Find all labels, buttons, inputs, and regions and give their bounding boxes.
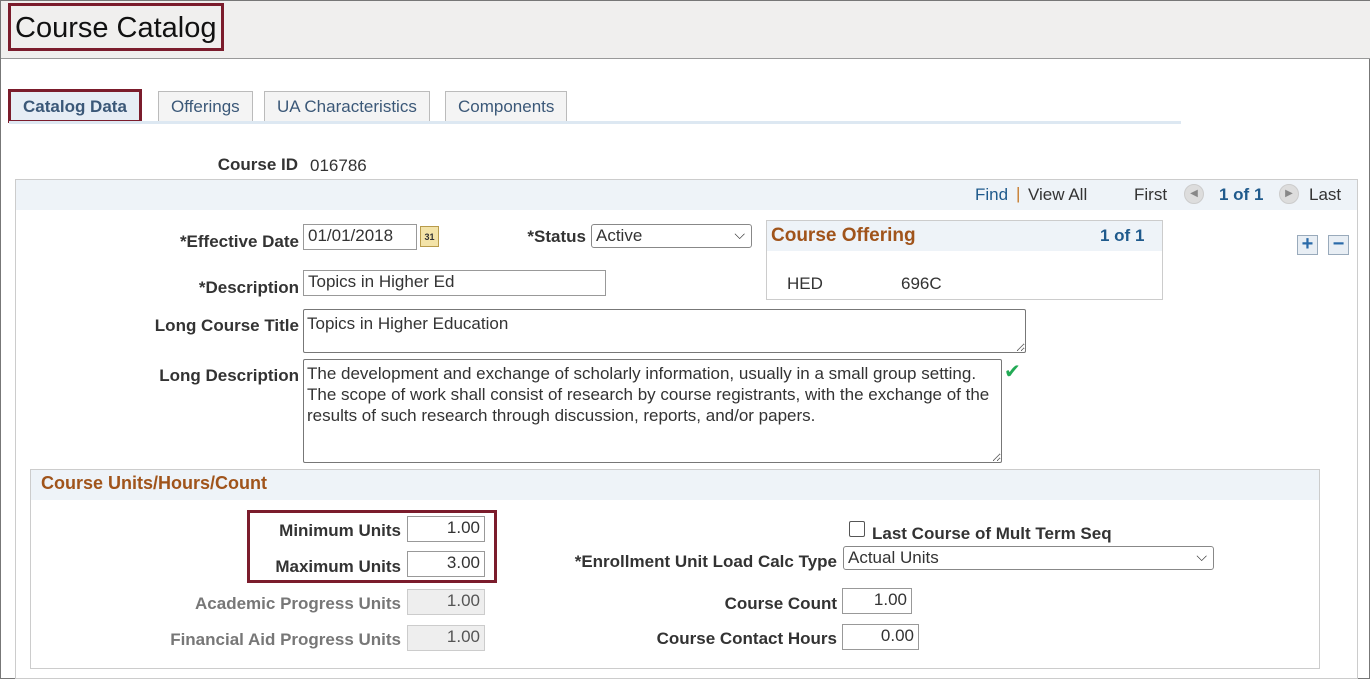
long-description-label: Long Description: [159, 366, 299, 385]
first-link[interactable]: First: [1134, 185, 1167, 205]
delete-row-icon[interactable]: −: [1328, 234, 1349, 255]
course-count-input[interactable]: 1.00: [842, 588, 912, 614]
chevron-down-icon: ⌵: [1196, 548, 1207, 564]
effective-date-input[interactable]: 01/01/2018: [303, 224, 417, 250]
long-title-textarea[interactable]: Topics in Higher Education: [303, 309, 1026, 353]
offering-subject: HED: [787, 274, 823, 293]
status-value: Active: [596, 226, 643, 245]
row-count: 1 of 1: [1219, 185, 1264, 204]
load-calc-select[interactable]: Actual Units ⌵: [843, 546, 1214, 570]
units-section-title: Course Units/Hours/Count: [41, 473, 268, 493]
description-input[interactable]: Topics in Higher Ed: [303, 270, 606, 296]
contact-hours-label: Course Contact Hours: [656, 629, 837, 648]
finaid-progress-label: Financial Aid Progress Units: [170, 630, 401, 649]
last-link[interactable]: Last: [1309, 185, 1341, 205]
long-title-label: Long Course Title: [154, 316, 299, 335]
previous-icon[interactable]: ◀: [1184, 184, 1204, 204]
tab-ua-characteristics[interactable]: UA Characteristics: [264, 91, 430, 121]
find-link[interactable]: Find: [975, 185, 1008, 205]
load-calc-value: Actual Units: [848, 548, 939, 567]
chevron-down-icon: ⌵: [734, 226, 745, 242]
offering-catalog-number: 696C: [901, 274, 942, 293]
min-units-input[interactable]: 1.00: [407, 516, 485, 542]
tab-underline: [9, 121, 1181, 124]
effective-date-label: *Effective Date: [179, 232, 299, 251]
contact-hours-input[interactable]: 0.00: [842, 624, 919, 650]
academic-progress-label: Academic Progress Units: [195, 594, 401, 613]
view-all-link[interactable]: View All: [1028, 185, 1087, 205]
long-description-textarea[interactable]: The development and exchange of scholarl…: [303, 359, 1002, 463]
max-units-label: Maximum Units: [275, 557, 401, 576]
course-offering-title: Course Offering: [771, 225, 916, 246]
next-icon[interactable]: ▶: [1279, 184, 1299, 204]
spellcheck-icon[interactable]: ✔: [1004, 359, 1021, 384]
tab-offerings[interactable]: Offerings: [158, 91, 253, 121]
offering-count: 1 of 1: [1100, 226, 1145, 245]
max-units-input[interactable]: 3.00: [407, 551, 485, 577]
academic-progress-input: 1.00: [407, 589, 485, 615]
status-select[interactable]: Active ⌵: [591, 224, 752, 248]
page-title: Course Catalog: [8, 3, 224, 51]
last-course-label: Last Course of Mult Term Seq: [872, 524, 1112, 543]
status-label: *Status: [527, 227, 586, 246]
load-calc-label: *Enrollment Unit Load Calc Type: [574, 552, 837, 571]
tab-components[interactable]: Components: [445, 91, 568, 121]
description-label: *Description: [198, 278, 299, 297]
course-id-value: 016786: [310, 156, 367, 175]
course-id-label: Course ID: [217, 155, 298, 174]
tab-catalog-data[interactable]: Catalog Data: [8, 89, 142, 123]
finaid-progress-input: 1.00: [407, 625, 485, 651]
last-course-checkbox[interactable]: [849, 521, 865, 537]
min-units-label: Minimum Units: [279, 521, 401, 540]
course-count-label: Course Count: [724, 594, 837, 613]
add-row-icon[interactable]: +: [1297, 234, 1318, 255]
calendar-icon[interactable]: 31: [420, 226, 439, 247]
